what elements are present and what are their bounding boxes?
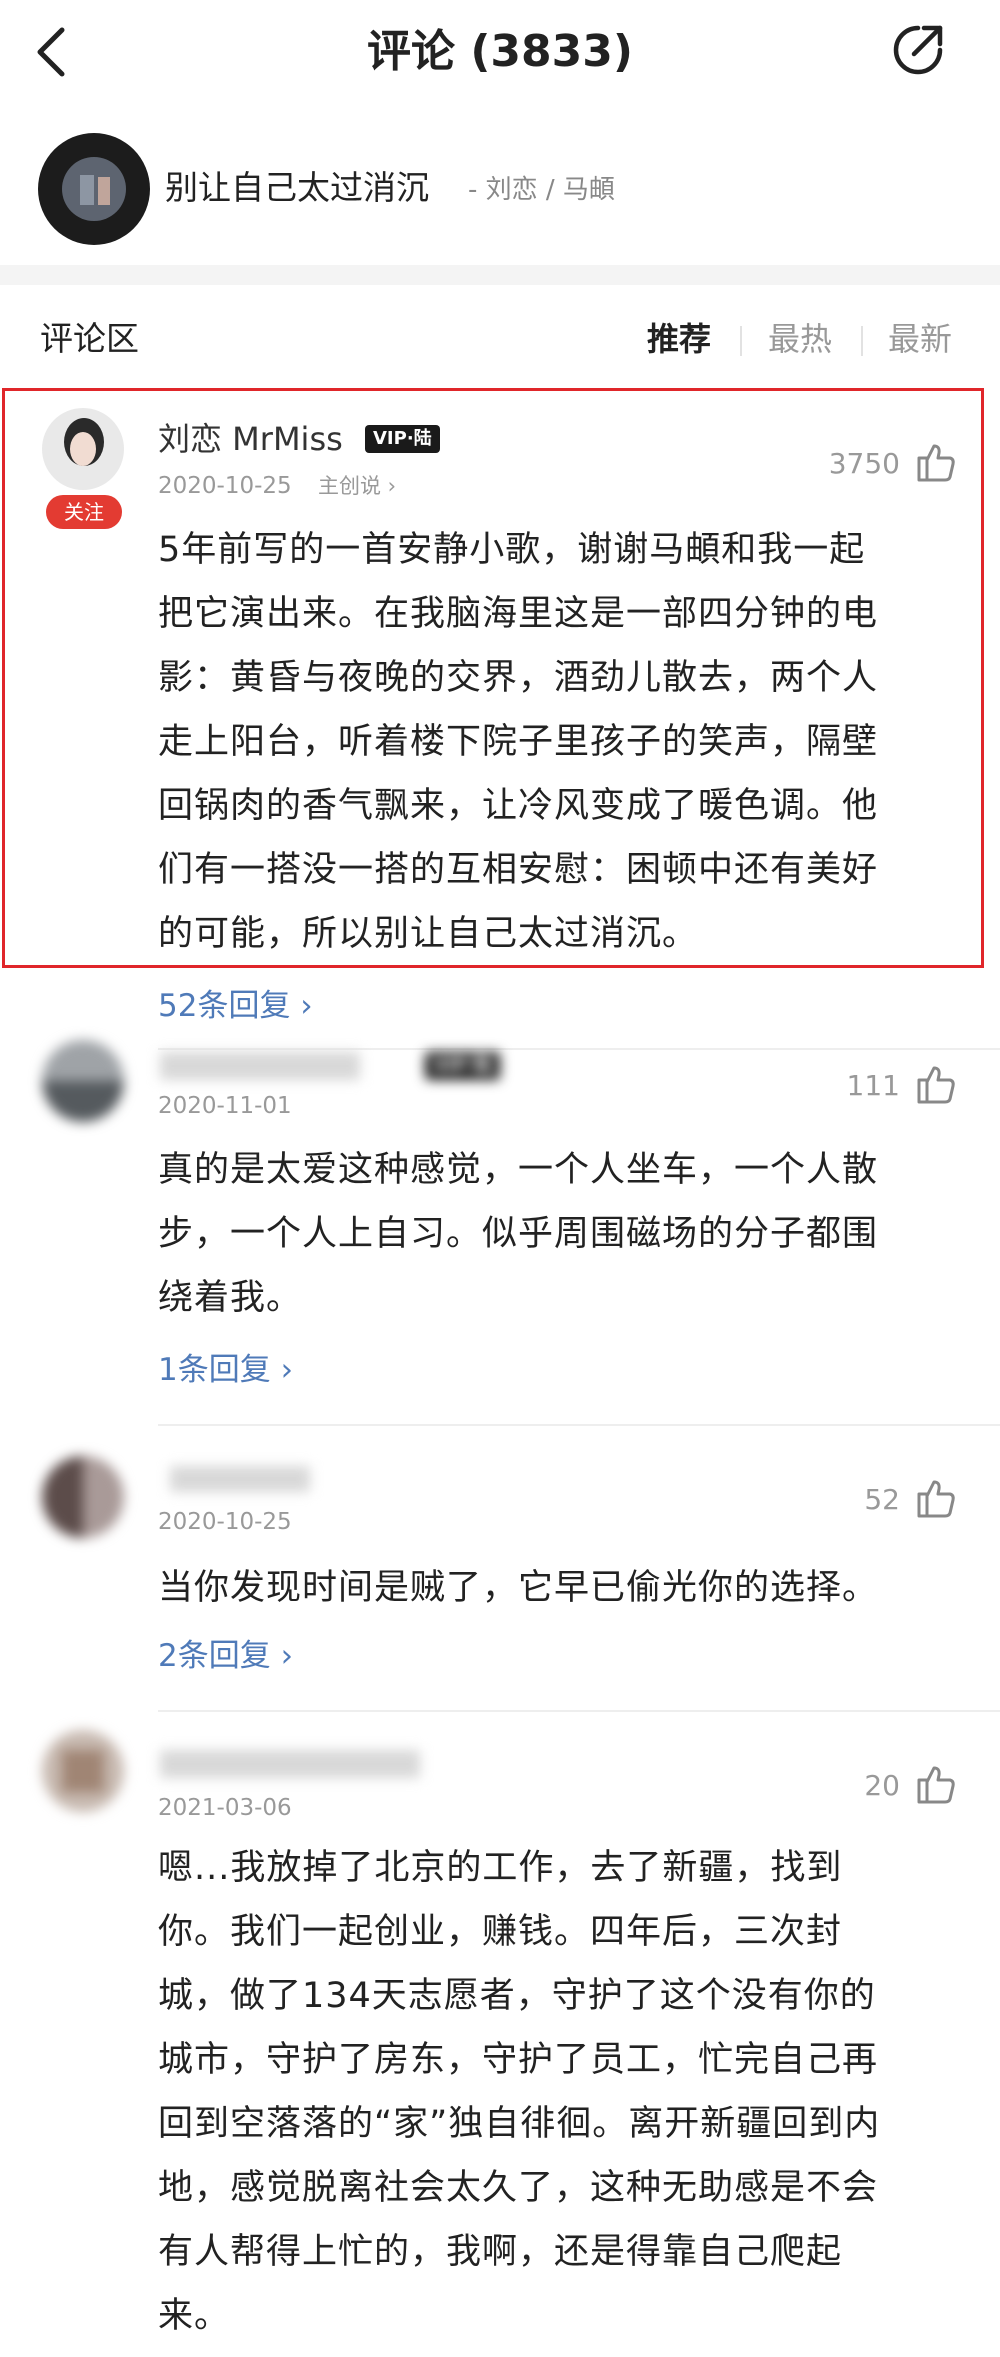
song-title[interactable]: 别让自己太过消沉 — [165, 166, 429, 210]
avatar[interactable] — [42, 1456, 124, 1538]
vip-badge: VIP·陆 — [365, 425, 440, 453]
tab-newest[interactable]: 最新 — [888, 317, 952, 361]
follow-button[interactable]: 关注 — [46, 495, 122, 529]
tab-separator — [861, 326, 863, 356]
song-artist[interactable]: - 刘恋 / 马頔 — [468, 172, 615, 208]
comment-body: 当你发现时间是贼了，它早已偷光你的选择。 — [158, 1568, 879, 1608]
avatar[interactable] — [42, 1040, 124, 1122]
comment-date: 2020-10-25 — [158, 1509, 292, 1535]
comment-date: 2020-10-25 — [158, 473, 292, 499]
thumbs-up-icon[interactable] — [914, 440, 958, 484]
comment-date: 2020-11-01 — [158, 1093, 292, 1119]
comment-body: 嗯...我放掉了北京的工作，去了新疆，找到 你。我们一起创业，赚钱。四年后，三次封… — [158, 1848, 881, 2336]
comment-username[interactable]: 刘恋 MrMiss — [158, 418, 343, 460]
vip-badge: VIP·陆 — [425, 1052, 500, 1080]
comment-section-title: 评论区 — [40, 319, 139, 358]
reply-count-link[interactable]: 1条回复 › — [158, 1348, 293, 1392]
comment-divider — [158, 1424, 1000, 1426]
reply-count-link[interactable]: 52条回复 › — [158, 984, 313, 1028]
author-tag[interactable]: 主创说 › — [318, 470, 396, 502]
comment-divider — [158, 1710, 1000, 1712]
tab-hottest[interactable]: 最热 — [768, 317, 832, 361]
comment-username-redacted[interactable] — [160, 1750, 420, 1778]
comment-body: 5年前写的一首安静小歌，谢谢马頔和我一起 把它演出来。在我脑海里这是一部四分钟的电… — [158, 530, 879, 954]
section-divider — [0, 265, 1000, 285]
thumbs-up-icon[interactable] — [914, 1762, 958, 1806]
thumbs-up-icon[interactable] — [914, 1476, 958, 1520]
comment-divider — [158, 1048, 1000, 1050]
page-title: 评论 (3833) — [367, 26, 633, 77]
song-cover-disc[interactable] — [38, 133, 150, 245]
thumbs-up-icon[interactable] — [914, 1062, 958, 1106]
tab-recommended[interactable]: 推荐 — [647, 317, 711, 361]
tab-separator — [740, 326, 742, 356]
comment-username-redacted[interactable] — [170, 1466, 310, 1492]
comment-body: 真的是太爱这种感觉，一个人坐车，一个人散 步，一个人上自习。似乎周围磁场的分子都围… — [158, 1150, 879, 1318]
like-count: 3750 — [828, 447, 900, 480]
like-count: 111 — [846, 1069, 900, 1102]
reply-count-link[interactable]: 2条回复 › — [158, 1634, 293, 1678]
share-icon — [893, 25, 943, 75]
comment-date: 2021-03-06 — [158, 1795, 292, 1821]
like-count: 20 — [864, 1769, 900, 1802]
comment-username-redacted[interactable] — [160, 1052, 360, 1080]
share-button[interactable] — [888, 20, 948, 80]
like-count: 52 — [864, 1483, 900, 1516]
avatar[interactable] — [42, 408, 124, 490]
avatar[interactable] — [42, 1730, 124, 1812]
album-art — [62, 157, 126, 221]
